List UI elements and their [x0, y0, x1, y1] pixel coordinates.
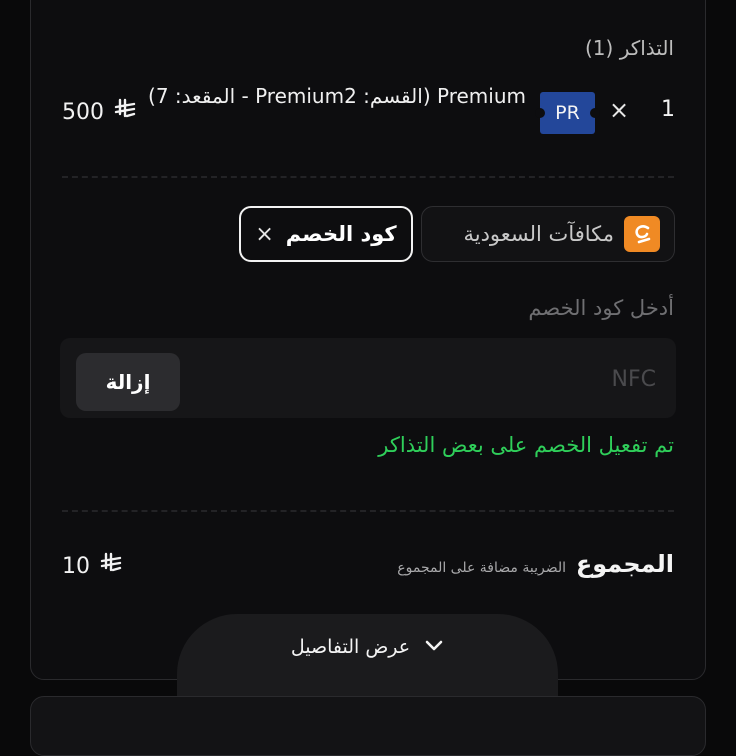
total-value: 10 [62, 552, 122, 580]
discount-code-box: إزالة [60, 338, 676, 418]
discount-code-chip[interactable]: × كود الخصم [239, 206, 413, 262]
riyal-symbol-svg [114, 98, 136, 118]
ticket-badge-label: PR [555, 102, 580, 124]
discount-code-label: أدخل كود الخصم [528, 296, 674, 320]
rewards-chip-label: مكافآت السعودية [463, 222, 614, 246]
remove-discount-button[interactable]: إزالة [76, 353, 180, 411]
multiply-icon: × [609, 96, 630, 124]
next-card [30, 696, 706, 756]
tickets-title: التذاكر (1) [584, 36, 674, 60]
riyal-currency-icon [100, 552, 122, 580]
discount-success-message: تم تفعيل الخصم على بعض التذاكر [378, 433, 674, 457]
divider [62, 176, 674, 178]
ticket-price-value: 500 [62, 99, 104, 125]
tax-note: الضريبة مضافة على المجموع [397, 560, 566, 576]
total-label: المجموع [575, 550, 674, 578]
ticket-price: 500 [62, 98, 136, 126]
show-details-label: عرض التفاصيل [290, 636, 411, 658]
riyal-currency-icon [114, 98, 136, 126]
riyal-symbol-svg [100, 552, 122, 572]
divider [62, 510, 674, 512]
total-amount: 10 [62, 553, 90, 579]
chevron-down-icon [424, 635, 444, 659]
ticket-badge: PR [535, 92, 600, 134]
rewards-chip[interactable]: مكافآت السعودية [421, 206, 675, 262]
ticket-name: Premium (القسم: Premium2 - المقعد: 7) [148, 84, 526, 108]
discount-code-input[interactable] [254, 358, 658, 400]
discount-chip-label: كود الخصم [285, 222, 397, 246]
ticket-quantity: 1 [661, 97, 675, 122]
close-icon[interactable]: × [255, 222, 273, 247]
reward-logo-icon [624, 216, 660, 252]
